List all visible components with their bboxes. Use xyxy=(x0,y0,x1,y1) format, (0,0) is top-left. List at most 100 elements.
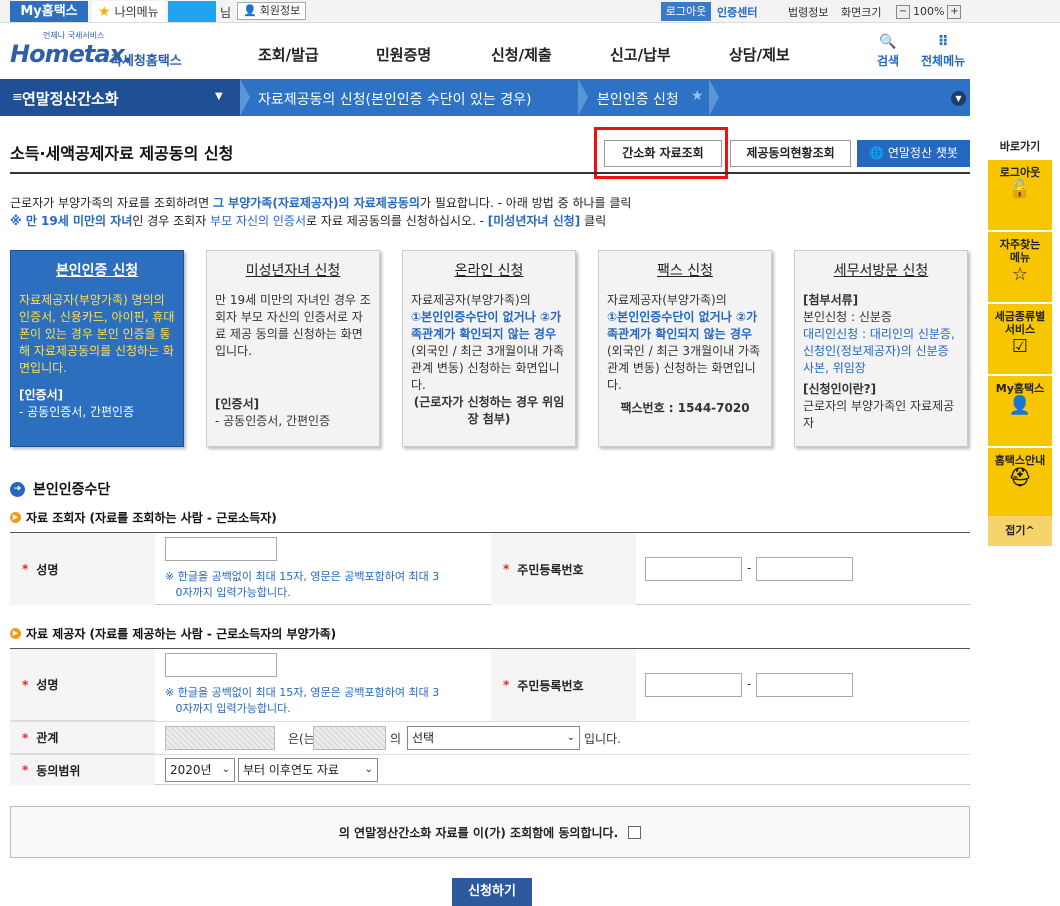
card-title: 세무서방문 신청 xyxy=(833,263,929,279)
search-icon: 🔍 xyxy=(879,34,897,50)
viewer-rrn-front-input[interactable] xyxy=(645,557,742,581)
crumb-separator xyxy=(578,79,588,116)
card-body-highlight: ①본인인증수단이 없거나 ②가족관계가 확인되지 않는 경우 xyxy=(411,310,562,341)
card-body: 자료제공자(부양가족)의 xyxy=(607,293,727,307)
nav-report[interactable]: 신고/납부 xyxy=(610,44,671,65)
quick-label: 세금종류별 서비스 xyxy=(994,310,1046,336)
label-relation: * 관계 xyxy=(10,722,155,754)
help-icon: ⛑ xyxy=(1008,467,1032,488)
relation-viewer-field xyxy=(165,726,275,750)
zoom-out-button[interactable]: − xyxy=(896,4,910,19)
label-rrn: * 주민등록번호 xyxy=(491,533,636,605)
screen-size-label: 화면크기 xyxy=(841,6,882,19)
intro-line-2: ※ 만 19세 미만의 자녀인 경우 조회자 부모 자신의 인증서로 자료 제공… xyxy=(10,214,607,228)
quick-my-hometax[interactable]: My홈택스 👤 xyxy=(988,376,1052,446)
viewer-rrn-back-input[interactable] xyxy=(756,557,853,581)
card-minor[interactable]: 미성년자녀 신청 만 19세 미만의 자녀인 경우 조회자 부모 자신의 인증서… xyxy=(206,250,380,447)
crumb-separator xyxy=(709,79,719,116)
chevron-down-icon[interactable]: ▼ xyxy=(951,91,966,106)
card-visit[interactable]: 세무서방문 신청 [첨부서류] 본인신청 : 신분증 대리인신청 : 대리인의 … xyxy=(794,250,968,447)
user-honorific: 님 xyxy=(220,6,232,20)
card-body: 만 19세 미만의 자녀인 경우 조회자 부모 자신의 인증서로 자료 제공 동… xyxy=(215,293,371,358)
lock-icon: 🔓 xyxy=(1008,179,1032,200)
quick-label: 자주찾는 메뉴 xyxy=(999,238,1041,264)
quick-label: 홈택스안내 xyxy=(994,454,1046,467)
year-select[interactable]: 2020년 ⌄ xyxy=(165,758,235,782)
card-fax[interactable]: 팩스 신청 자료제공자(부양가족)의 ①본인인증수단이 없거나 ②가족관계가 확… xyxy=(598,250,772,447)
subheading-viewer: ▶ 자료 조회자 (자료를 조회하는 사람 - 근로소득자) xyxy=(10,509,277,526)
nav-apply[interactable]: 신청/제출 xyxy=(491,44,552,65)
name-hint: ※ 한글을 공백없이 최대 15자, 영문은 공백포함하여 최대 3 0자까지 … xyxy=(165,570,440,599)
card-self-auth[interactable]: 본인인증 신청 자료제공자(부양가족) 명의의 인증서, 신용카드, 아이핀, … xyxy=(10,250,184,447)
law-info-link[interactable]: 법령정보 xyxy=(788,4,828,20)
breadcrumb-2[interactable]: 본인인증 신청 xyxy=(597,89,679,109)
label-rrn: * 주민등록번호 xyxy=(491,649,636,721)
card-body: 자료제공자(부양가족)의 xyxy=(411,293,531,307)
card-title: 본인인증 신청 xyxy=(55,263,139,279)
my-menu-button[interactable]: ★ 나의메뉴 xyxy=(92,1,165,22)
all-menu-label: 전체메뉴 xyxy=(921,54,966,68)
member-info-button[interactable]: 👤 회원정보 xyxy=(237,2,307,20)
quick-label: My홈택스 xyxy=(995,382,1045,395)
agreement-box: 의 연말정산간소화 자료를 이(가) 조회함에 동의합니다. xyxy=(10,806,970,858)
quick-logout[interactable]: 로그아웃 🔓 xyxy=(988,160,1052,230)
card-body: 본인신청 : 신분증 xyxy=(803,310,892,324)
quick-close-button[interactable]: 접기^ xyxy=(988,516,1052,546)
star-icon: ☆ xyxy=(1011,264,1029,285)
card-title: 온라인 신청 xyxy=(454,263,524,279)
location-menu[interactable]: 연말정산간소화 xyxy=(22,88,119,109)
breadcrumb-1[interactable]: 자료제공동의 신청(본인인증 수단이 있는 경우) xyxy=(258,89,531,109)
provider-rrn-back-input[interactable] xyxy=(756,673,853,697)
my-hometax-tab[interactable]: My홈택스 xyxy=(10,1,88,22)
agreement-checkbox[interactable] xyxy=(628,825,642,839)
consent-status-button[interactable]: 제공동의현황조회 xyxy=(730,140,851,167)
provider-rrn-front-input[interactable] xyxy=(645,673,742,697)
nav-civil[interactable]: 민원증명 xyxy=(376,44,431,65)
cert-center-link[interactable]: 인증센터 xyxy=(717,4,757,20)
person-icon: 👤 xyxy=(243,4,257,17)
all-menu-button[interactable]: ⠿ 전체메뉴 xyxy=(921,34,965,69)
favorite-star-icon[interactable]: ★ xyxy=(691,88,704,104)
name-hint: ※ 한글을 공백없이 최대 15자, 영문은 공백포함하여 최대 3 0자까지 … xyxy=(165,686,440,715)
zoom-control: − 100% + xyxy=(896,2,962,21)
crumb-separator xyxy=(240,79,250,116)
relation-select[interactable]: 선택 ⌄ xyxy=(407,726,580,750)
card-body: 대리인신청 : 대리인의 신분증, 신청인(정보제공자)의 신분증 사본, 위임… xyxy=(803,327,955,375)
section-heading: ➜ 본인인증수단 xyxy=(10,479,110,499)
card-heading: [인증서] xyxy=(19,388,64,402)
zoom-level: 100% xyxy=(913,5,945,18)
ui-label: 의 xyxy=(390,732,402,746)
quick-menu-title: 바로가기 xyxy=(999,140,1041,153)
card-footer: 근로자의 부양가족인 자료제공자 xyxy=(803,399,955,430)
relation-provider-field xyxy=(313,726,386,750)
card-footer: (근로자가 신청하는 경우 위임장 첨부) xyxy=(413,395,565,426)
star-icon: ★ xyxy=(98,3,111,20)
card-heading: [신청인이란?] xyxy=(803,382,877,396)
provider-name-input[interactable] xyxy=(165,653,277,677)
hometax-logo[interactable]: 언제나 국세서비스 Hometax. 국세청홈택스 xyxy=(10,31,190,72)
card-online[interactable]: 온라인 신청 자료제공자(부양가족)의 ①본인인증수단이 없거나 ②가족관계가 … xyxy=(402,250,576,447)
imnida-label: 입니다. xyxy=(584,732,621,746)
chatbot-button[interactable]: 🌐 연말정산 챗봇 xyxy=(857,140,970,167)
scope-select[interactable]: 부터 이후연도 자료 ⌄ xyxy=(238,758,378,782)
search-button[interactable]: 🔍 검색 xyxy=(877,34,899,69)
nav-inquiry[interactable]: 조회/발급 xyxy=(258,44,319,65)
checkbox-icon: ☑ xyxy=(1011,336,1029,357)
logout-button[interactable]: 로그아웃 xyxy=(661,2,711,21)
label-scope: * 동의범위 xyxy=(10,755,155,785)
quick-label: 로그아웃 xyxy=(999,166,1041,179)
nav-consult[interactable]: 상담/제보 xyxy=(729,44,790,65)
quick-tax-services[interactable]: 세금종류별 서비스 ☑ xyxy=(988,304,1052,374)
zoom-in-button[interactable]: + xyxy=(947,4,962,19)
person-icon: 👤 xyxy=(1008,395,1032,416)
viewer-name-input[interactable] xyxy=(165,537,277,561)
quick-favorites[interactable]: 자주찾는 메뉴 ☆ xyxy=(988,232,1052,302)
quick-guide[interactable]: 홈택스안내 ⛑ xyxy=(988,448,1052,518)
caret-down-icon: ▼ xyxy=(215,91,223,102)
member-info-label: 회원정보 xyxy=(259,4,301,17)
provider-table: * 성명 ※ 한글을 공백없이 최대 15자, 영문은 공백포함하여 최대 3 0… xyxy=(10,648,970,785)
card-footer: - 공동인증서, 간편인증 xyxy=(215,414,331,428)
card-body: (외국인 / 최근 3개월이내 가족관계 변동) 신청하는 화면입니다. xyxy=(411,344,565,392)
card-body: (외국인 / 최근 3개월이내 가족관계 변동) 신청하는 화면입니다. xyxy=(607,344,761,392)
rrn-dash: - xyxy=(747,561,752,575)
